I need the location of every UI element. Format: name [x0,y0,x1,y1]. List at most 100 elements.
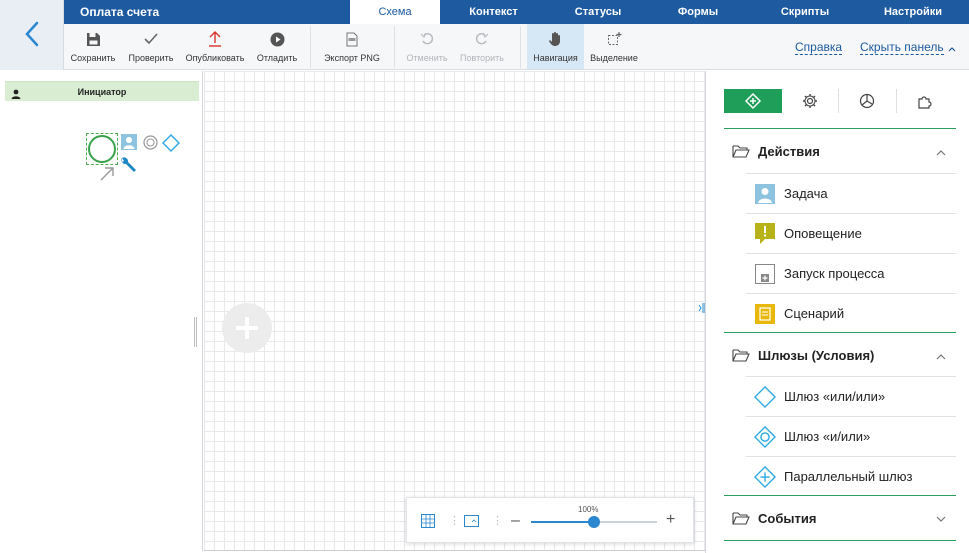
item-notification[interactable]: Оповещение [746,213,956,253]
folder-open-icon [732,349,750,365]
item-script[interactable]: Сценарий [746,293,956,333]
check-label: Проверить [128,53,174,63]
lane-header[interactable]: Инициатор [5,81,199,101]
check-icon [143,30,159,48]
panel-tab-extensions[interactable] [897,89,955,113]
tab-settings[interactable]: Настройки [863,0,963,24]
selection-label: Выделение [590,53,638,63]
item-subprocess[interactable]: Запуск процесса [746,253,956,293]
item-label: Параллельный шлюз [784,469,913,484]
zoom-in-button[interactable]: + [666,511,675,529]
debug-label: Отладить [256,53,298,63]
parallel-gateway-icon [754,465,776,489]
panel-divider [724,495,956,496]
panel-tab-analytics[interactable] [839,89,897,113]
section-gateways-title: Шлюзы (Условия) [758,348,875,363]
tab-context[interactable]: Контекст [440,0,547,24]
end-event-icon[interactable] [143,135,158,153]
item-exclusive-gateway[interactable]: Шлюз «или/или» [746,376,956,416]
toolbar-divider [394,26,395,68]
undo-label: Отменить [406,53,448,63]
item-label: Задача [784,186,828,201]
hand-icon [548,30,563,48]
zoom-slider-thumb[interactable] [588,516,600,528]
hide-panel-link[interactable]: Скрыть панель [860,41,944,55]
publish-label: Опубликовать [185,53,245,63]
section-actions-title: Действия [758,144,820,159]
zoom-level: 100% [578,505,599,514]
tab-bar: Схема Контекст Статусы Формы Скрипты Нас… [350,0,963,24]
connector-arrow-icon[interactable] [99,165,116,185]
section-events[interactable]: События [724,497,956,541]
publish-button[interactable]: Опубликовать [182,24,248,69]
zoom-slider-fill [531,521,594,523]
swimlane: Инициатор [0,71,203,551]
folder-open-icon [732,512,750,528]
zoom-slider-track[interactable] [531,516,657,528]
panel-tab-elements[interactable] [724,89,782,113]
zoom-divider: ⋮ [449,515,460,527]
diagram-canvas[interactable] [204,71,706,551]
back-arrow-icon[interactable] [24,21,40,50]
puzzle-icon [918,96,932,109]
section-events-title: События [758,511,817,526]
grid-icon[interactable] [421,514,435,531]
help-link[interactable]: Справка [795,41,843,55]
undo-button[interactable]: Отменить [402,24,452,69]
item-label: Запуск процесса [784,266,885,281]
top-bar: Оплата счета Схема Контекст Статусы Форм… [64,0,969,24]
minimap-icon[interactable] [464,515,479,530]
chevron-up-icon[interactable] [936,351,946,363]
wrench-icon[interactable] [118,156,138,179]
section-gateways[interactable]: Шлюзы (Условия) [724,334,956,378]
app-title: Оплата счета [80,5,160,19]
inclusive-gateway-icon [754,425,776,449]
selection-button[interactable]: Выделение [588,24,640,69]
zoom-out-button[interactable]: – [511,513,520,529]
lane-resize-handle[interactable] [194,317,197,347]
script-icon [754,303,776,325]
start-event-selection[interactable] [86,133,118,165]
item-label: Шлюз «или/или» [784,389,886,404]
debug-button[interactable]: Отладить [252,24,302,69]
item-label: Оповещение [784,226,862,241]
save-button[interactable]: Сохранить [68,24,118,69]
panel-tab-settings[interactable] [782,89,839,113]
navigation-button[interactable]: Навигация [527,24,584,69]
chevron-down-icon[interactable] [936,514,946,526]
pie-chart-icon [860,93,875,109]
export-png-button[interactable]: Экспорт PNG [318,24,386,69]
diamond-plus-icon [744,92,761,110]
tab-scripts[interactable]: Скрипты [747,0,863,24]
panel-divider [724,128,956,129]
tab-statuses[interactable]: Статусы [547,0,649,24]
section-actions[interactable]: Действия [724,130,956,174]
toolbar-divider [520,26,521,68]
item-label: Шлюз «и/или» [784,429,871,444]
task-user-icon[interactable] [121,134,137,153]
check-button[interactable]: Проверить [122,24,180,69]
elements-panel: Действия Задача Оповещение Запуск процес… [705,71,969,553]
back-area [0,0,64,70]
chevron-up-icon[interactable] [936,147,946,159]
toolbar: Сохранить Проверить Опубликовать Отладит… [64,24,969,70]
item-inclusive-gateway[interactable]: Шлюз «и/или» [746,416,956,456]
exclusive-gateway-icon [754,385,776,409]
save-label: Сохранить [70,53,116,63]
item-parallel-gateway[interactable]: Параллельный шлюз [746,456,956,496]
folder-open-icon [732,145,750,161]
chevron-up-icon[interactable] [948,43,956,55]
gateway-diamond-icon[interactable] [162,134,180,155]
item-task[interactable]: Задача [746,173,956,213]
zoom-divider: ⋮ [492,515,503,527]
undo-icon [420,30,434,48]
notification-icon [754,223,776,245]
tab-forms[interactable]: Формы [649,0,747,24]
redo-button[interactable]: Повторить [456,24,508,69]
redo-label: Повторить [460,53,504,63]
plus-icon [236,317,258,339]
png-file-icon [346,30,358,48]
upload-icon [208,30,222,48]
tab-schema[interactable]: Схема [350,0,440,24]
add-lane-button[interactable] [222,303,272,353]
